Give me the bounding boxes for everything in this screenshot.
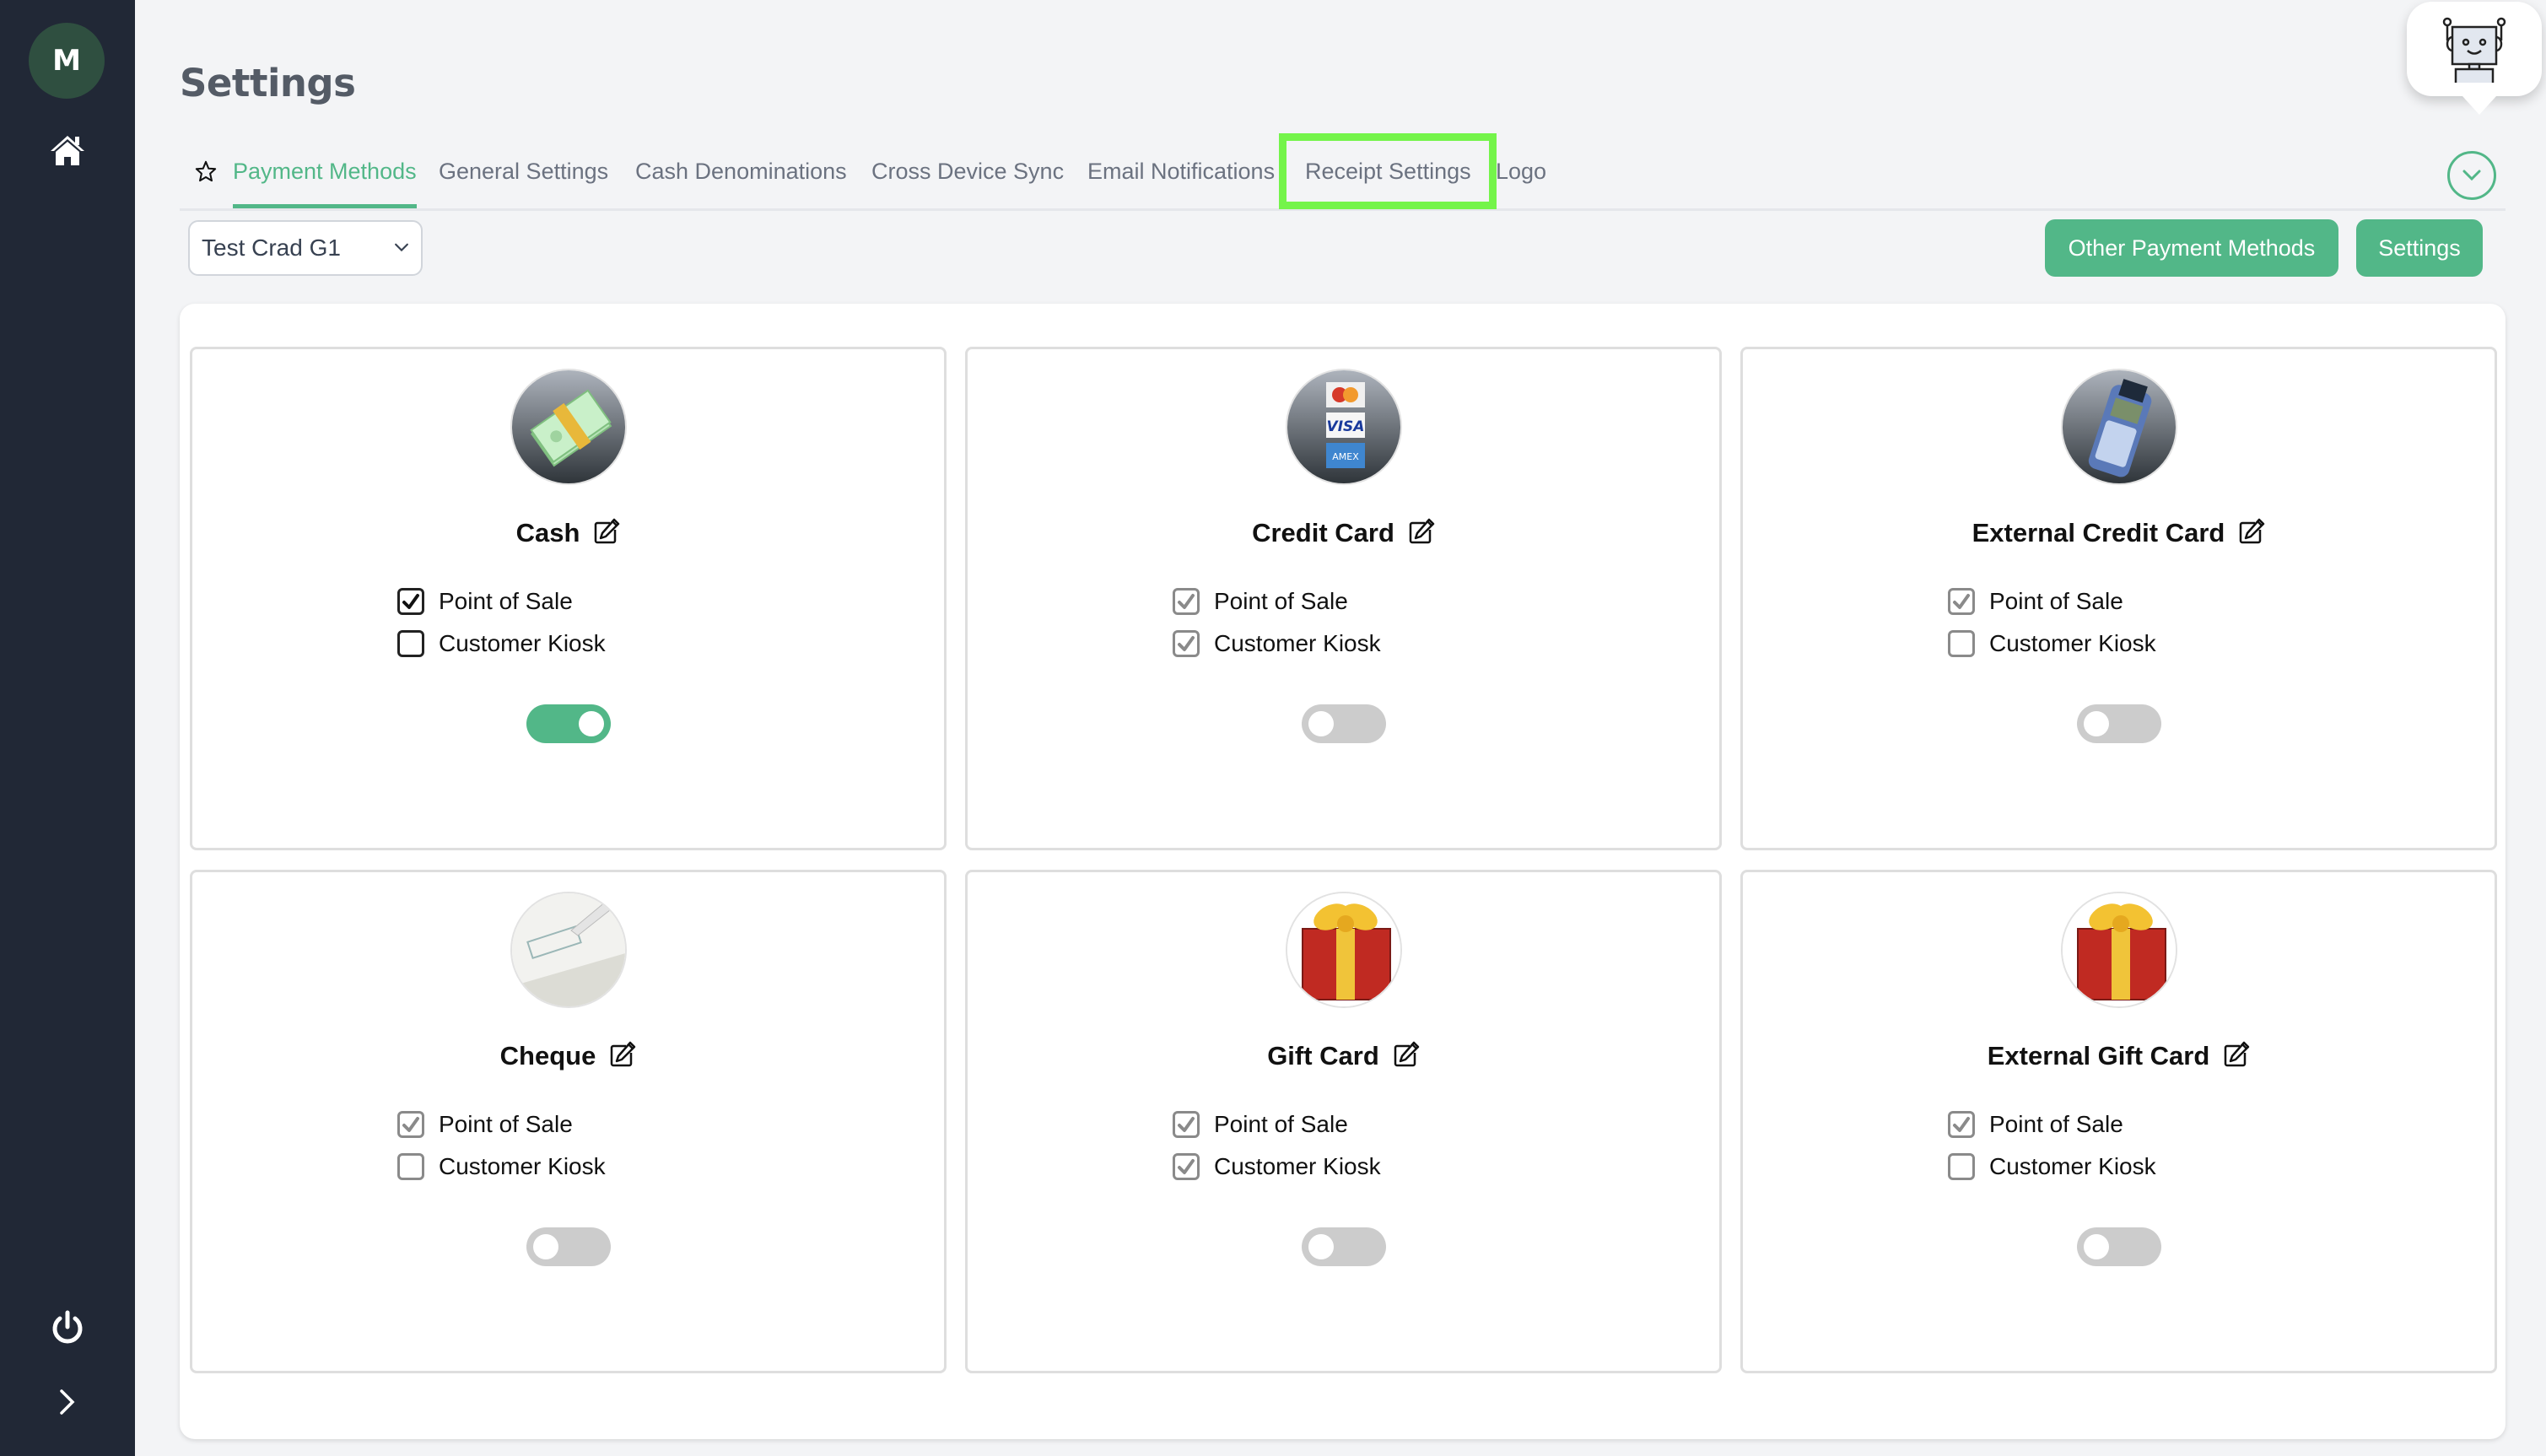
gift-icon — [2060, 892, 2177, 1008]
payment-methods-panel: Cash Point of Sale Customer Kiosk VISA AM… — [180, 304, 2506, 1439]
checkbox-checked[interactable] — [397, 588, 424, 615]
page-title: Settings — [180, 61, 356, 105]
payment-method-card: VISA AMEX Credit Card Point of Sale Custo… — [965, 347, 1722, 850]
tab-logo[interactable]: Logo — [1496, 156, 1546, 208]
settings-button[interactable]: Settings — [2356, 219, 2483, 277]
point-of-sale-checkbox[interactable]: Point of Sale — [1948, 1111, 2123, 1138]
collapse-button[interactable] — [2447, 151, 2496, 200]
location-select-value: Test Crad G1 — [202, 235, 341, 261]
point-of-sale-label: Point of Sale — [439, 1111, 573, 1137]
robot-icon — [2442, 17, 2506, 83]
enable-toggle[interactable] — [2076, 1227, 2161, 1266]
toggle-knob — [578, 711, 604, 736]
edit-icon[interactable] — [2223, 1041, 2250, 1068]
star-icon[interactable] — [195, 160, 218, 184]
tab-cash-denominations[interactable]: Cash Denominations — [635, 156, 847, 208]
point-of-sale-checkbox[interactable]: Point of Sale — [1173, 588, 1348, 615]
tab-cross-device-sync[interactable]: Cross Device Sync — [871, 156, 1064, 208]
gift-icon — [1285, 892, 1402, 1008]
point-of-sale-label: Point of Sale — [439, 588, 573, 614]
power-icon[interactable] — [50, 1310, 85, 1345]
payment-method-name: Gift Card — [1267, 1041, 1379, 1070]
toggle-knob — [532, 1234, 558, 1259]
toggle-knob — [1308, 1234, 1334, 1259]
payment-method-name: Credit Card — [1252, 518, 1394, 547]
payment-method-card: Gift Card Point of Sale Customer Kiosk — [965, 870, 1722, 1373]
point-of-sale-checkbox[interactable]: Point of Sale — [1173, 1111, 1348, 1138]
toggle-knob — [1308, 711, 1334, 736]
enable-toggle[interactable] — [1301, 1227, 1386, 1266]
checkbox-checked[interactable] — [1173, 630, 1200, 657]
card-terminal-icon — [2060, 369, 2177, 485]
location-select[interactable]: Test Crad G1 — [188, 220, 423, 276]
customer-kiosk-label: Customer Kiosk — [439, 1153, 606, 1179]
chatbot-button[interactable] — [2407, 2, 2542, 115]
svg-text:AMEX: AMEX — [1332, 451, 1359, 462]
point-of-sale-checkbox[interactable]: Point of Sale — [397, 1111, 573, 1138]
payment-method-name: Cheque — [499, 1041, 596, 1070]
enable-toggle[interactable] — [526, 1227, 611, 1266]
toggle-knob — [2083, 1234, 2109, 1259]
edit-icon[interactable] — [1408, 518, 1435, 545]
enable-toggle[interactable] — [2076, 704, 2161, 743]
payment-method-name: Cash — [515, 518, 580, 547]
payment-method-name: External Gift Card — [1987, 1041, 2210, 1070]
tab-receipt-settings[interactable]: Receipt Settings — [1305, 156, 1471, 208]
payment-method-card: External Credit Card Point of Sale Custo… — [1740, 347, 2497, 850]
edit-icon[interactable] — [1393, 1041, 1420, 1068]
point-of-sale-checkbox[interactable]: Point of Sale — [1948, 588, 2123, 615]
settings-tabs: Payment Methods General Settings Cash De… — [180, 152, 2506, 211]
customer-kiosk-checkbox[interactable]: Customer Kiosk — [1173, 1153, 1381, 1180]
customer-kiosk-label: Customer Kiosk — [1989, 630, 2156, 656]
enable-toggle[interactable] — [526, 704, 611, 743]
sidebar: M — [0, 0, 135, 1456]
chevron-down-icon — [2462, 170, 2481, 181]
other-payment-methods-button[interactable]: Other Payment Methods — [2045, 219, 2338, 277]
edit-icon[interactable] — [593, 518, 620, 545]
point-of-sale-label: Point of Sale — [1989, 1111, 2123, 1137]
toggle-knob — [2083, 711, 2109, 736]
checkbox-unchecked[interactable] — [1948, 630, 1975, 657]
credit-card-icon: VISA AMEX — [1285, 369, 1402, 485]
checkbox-checked[interactable] — [1173, 1153, 1200, 1180]
checkbox-unchecked[interactable] — [1948, 1153, 1975, 1180]
payment-method-name: External Credit Card — [1972, 518, 2225, 547]
checkbox-unchecked[interactable] — [397, 630, 424, 657]
checkbox-checked[interactable] — [397, 1111, 424, 1138]
cheque-icon — [510, 892, 627, 1008]
customer-kiosk-checkbox[interactable]: Customer Kiosk — [1173, 630, 1381, 657]
customer-kiosk-label: Customer Kiosk — [1989, 1153, 2156, 1179]
home-icon[interactable] — [49, 133, 86, 167]
cash-icon — [510, 369, 627, 485]
point-of-sale-checkbox[interactable]: Point of Sale — [397, 588, 573, 615]
customer-kiosk-checkbox[interactable]: Customer Kiosk — [397, 1153, 606, 1180]
tab-general-settings[interactable]: General Settings — [439, 156, 608, 208]
checkbox-checked[interactable] — [1948, 588, 1975, 615]
customer-kiosk-label: Customer Kiosk — [439, 630, 606, 656]
payment-method-card: Cash Point of Sale Customer Kiosk — [190, 347, 947, 850]
enable-toggle[interactable] — [1301, 704, 1386, 743]
edit-icon[interactable] — [609, 1041, 636, 1068]
tab-payment-methods[interactable]: Payment Methods — [233, 156, 417, 208]
checkbox-checked[interactable] — [1173, 588, 1200, 615]
checkbox-checked[interactable] — [1948, 1111, 1975, 1138]
checkbox-unchecked[interactable] — [397, 1153, 424, 1180]
svg-text:VISA: VISA — [1326, 418, 1364, 435]
point-of-sale-label: Point of Sale — [1214, 1111, 1348, 1137]
user-avatar[interactable]: M — [29, 23, 105, 99]
point-of-sale-label: Point of Sale — [1214, 588, 1348, 614]
customer-kiosk-checkbox[interactable]: Customer Kiosk — [397, 630, 606, 657]
customer-kiosk-label: Customer Kiosk — [1214, 630, 1381, 656]
checkbox-checked[interactable] — [1173, 1111, 1200, 1138]
point-of-sale-label: Point of Sale — [1989, 588, 2123, 614]
customer-kiosk-label: Customer Kiosk — [1214, 1153, 1381, 1179]
payment-method-card: Cheque Point of Sale Customer Kiosk — [190, 870, 947, 1373]
payment-method-card: External Gift Card Point of Sale Custome… — [1740, 870, 2497, 1373]
customer-kiosk-checkbox[interactable]: Customer Kiosk — [1948, 630, 2156, 657]
edit-icon[interactable] — [2238, 518, 2265, 545]
chevron-right-icon[interactable] — [57, 1388, 78, 1416]
chevron-down-icon — [395, 243, 408, 252]
tab-email-notifications[interactable]: Email Notifications — [1087, 156, 1275, 208]
customer-kiosk-checkbox[interactable]: Customer Kiosk — [1948, 1153, 2156, 1180]
